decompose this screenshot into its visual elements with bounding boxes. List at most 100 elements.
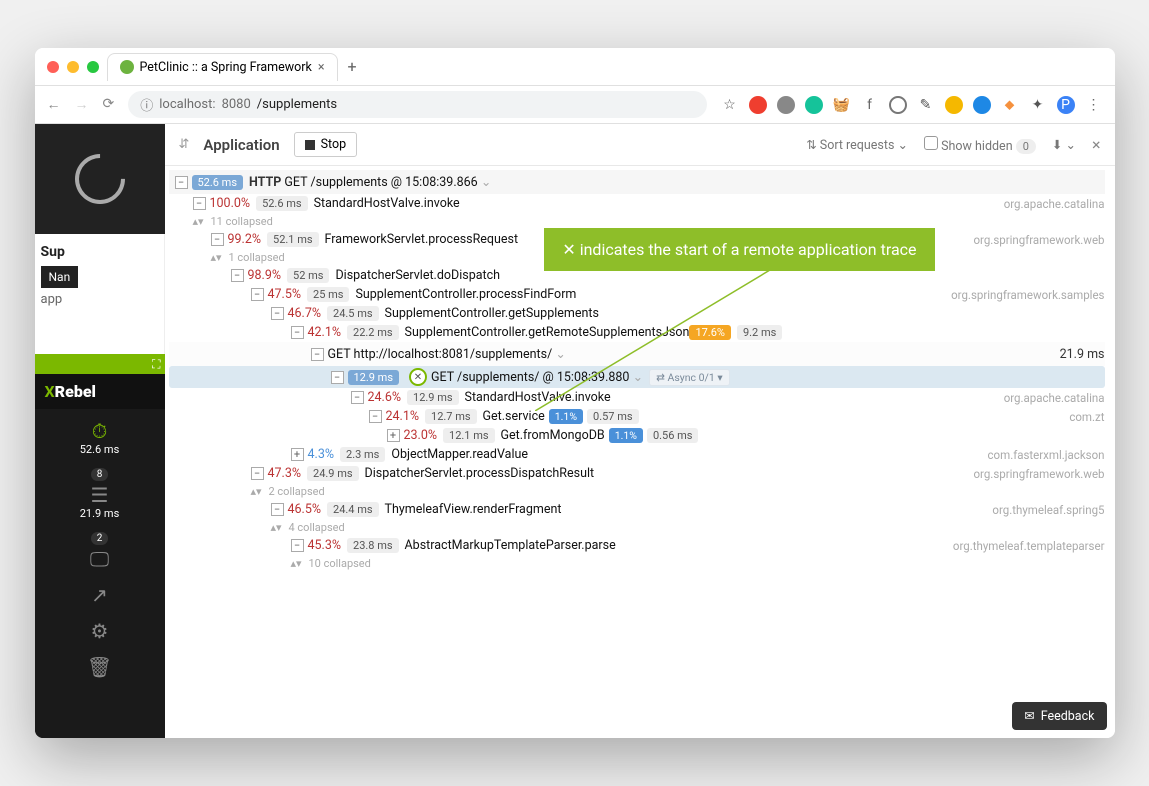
expand-toggle[interactable]: + (387, 429, 400, 442)
trace-row[interactable]: − 42.1% 22.2 ms SupplementController.get… (169, 323, 1105, 342)
ublock-icon[interactable] (749, 96, 767, 114)
grammarly-icon[interactable] (805, 96, 823, 114)
trace-row[interactable]: − 24.1% 12.7 ms Get.service 1.1% 0.57 ms… (169, 407, 1105, 426)
chevron-down-icon[interactable]: ⌄ (555, 346, 565, 362)
collapse-toggle[interactable]: − (351, 391, 364, 404)
address-right-icons: ☆ 🧺 f ✎ ⬥ ✦ P ⋮ (721, 96, 1103, 114)
reload-icon[interactable]: ⟳ (103, 96, 115, 113)
feedback-button[interactable]: ✉ Feedback (1012, 702, 1106, 730)
facebook-icon[interactable]: f (861, 96, 879, 114)
collapse-toggle[interactable]: − (231, 269, 244, 282)
remote-call-row[interactable]: − GET http://localhost:8081/supplements/… (169, 342, 1105, 366)
trace-row[interactable]: − 46.7% 24.5 ms SupplementController.get… (169, 304, 1105, 323)
expand-toggle[interactable]: + (291, 448, 304, 461)
ext5-icon[interactable]: ⬥ (1001, 96, 1019, 114)
chevron-down-icon[interactable]: ⌄ (633, 369, 643, 385)
collapse-toggle[interactable]: − (271, 307, 284, 320)
tab-strip: PetClinic :: a Spring Framework × + (107, 53, 357, 81)
back-icon[interactable]: ← (47, 96, 61, 113)
collapse-toggle[interactable]: − (291, 539, 304, 552)
stat-mon-badge: 2 (91, 532, 109, 545)
trace-row[interactable]: − 99.2% 52.1 ms FrameworkServlet.process… (169, 230, 1105, 249)
tab-close-icon[interactable]: × (318, 60, 325, 75)
address-bar: ← → ⟳ ⓘ localhost:8080/supplements ☆ 🧺 f… (35, 86, 1115, 124)
info-icon[interactable]: ⓘ (140, 95, 153, 114)
collapse-toggle[interactable]: − (193, 197, 206, 210)
collapse-toggle[interactable]: − (331, 371, 344, 384)
show-hidden-toggle[interactable]: Show hidden 0 (924, 136, 1036, 154)
stop-button[interactable]: Stop (294, 132, 358, 157)
collapsed-note-row[interactable]: ▴▾2 collapsed (169, 483, 1105, 500)
browser-tab[interactable]: PetClinic :: a Spring Framework × (107, 53, 338, 81)
stat-monitor[interactable]: 2 🖵 (90, 532, 109, 571)
chevron-down-icon[interactable]: ⌄ (481, 174, 491, 190)
stat-timer-value: 52.6 ms (80, 443, 120, 456)
ext2-icon[interactable] (889, 96, 907, 114)
trace-row[interactable]: − 100.0% 52.6 ms StandardHostValve.invok… (169, 194, 1105, 213)
filter-icon[interactable]: ⇵ (179, 137, 190, 152)
page-title-fragment: Sup (41, 244, 158, 260)
trace-row[interactable]: + 23.0% 12.1 ms Get.fromMongoDB 1.1% 0.5… (169, 426, 1105, 445)
ext-icon[interactable] (777, 96, 795, 114)
trace-row[interactable]: − 47.3% 24.9 ms DispatcherServlet.proces… (169, 464, 1105, 483)
url-host: localhost: (159, 97, 215, 112)
url-input[interactable]: ⓘ localhost:8080/supplements (128, 91, 706, 118)
star-icon[interactable]: ☆ (721, 96, 739, 114)
favicon-icon (120, 60, 134, 74)
stat-io-value: 21.9 ms (80, 507, 120, 520)
share-icon: ↗ (91, 583, 108, 607)
xrebel-stats: ⏱ 52.6 ms 8 ☰ 21.9 ms 2 🖵 ↗ ⚙ 🗑 (35, 409, 165, 738)
trace-row[interactable]: − 46.5% 24.4 ms ThymeleafView.renderFrag… (169, 500, 1105, 519)
trace-root[interactable]: − 52.6 ms HTTP GET /supplements @ 15:08:… (169, 170, 1105, 194)
stat-timer[interactable]: ⏱ 52.6 ms (80, 419, 120, 456)
async-badge[interactable]: ⇄ Async 0/1 ▾ (649, 369, 730, 386)
new-tab-button[interactable]: + (348, 57, 357, 76)
collapsed-note-row[interactable]: ▴▾4 collapsed (169, 519, 1105, 536)
stat-io[interactable]: 8 ☰ 21.9 ms (80, 468, 120, 520)
xrebel-logo: XRebel (35, 374, 165, 409)
sort-requests-button[interactable]: ⇅ Sort requests ⌄ (806, 137, 908, 153)
basket-icon[interactable]: 🧺 (833, 96, 851, 114)
forward-icon[interactable]: → (75, 96, 89, 113)
ext3-icon[interactable] (945, 96, 963, 114)
remote-trace-start[interactable]: − 12.9 ms ✕ GET /supplements/ @ 15:08:39… (169, 366, 1105, 388)
menu-icon[interactable]: ⋮ (1085, 96, 1103, 114)
dropper-icon[interactable]: ✎ (917, 96, 935, 114)
trace-row[interactable]: − 47.5% 25 ms SupplementController.proce… (169, 285, 1105, 304)
app-text: app (41, 292, 158, 307)
collapse-toggle[interactable]: − (369, 410, 382, 423)
stat-trash[interactable]: 🗑 (87, 655, 112, 679)
ext4-icon[interactable] (973, 96, 991, 114)
maximize-window-icon[interactable] (87, 61, 99, 73)
collapse-toggle[interactable]: − (291, 326, 304, 339)
collapse-toggle[interactable]: − (211, 233, 224, 246)
trace-row[interactable]: − 98.9% 52 ms DispatcherServlet.doDispat… (169, 266, 1105, 285)
traffic-lights (47, 61, 99, 73)
trace-row[interactable]: − 45.3% 23.8 ms AbstractMarkupTemplatePa… (169, 536, 1105, 555)
expand-icon[interactable]: ⛶ (152, 357, 160, 372)
content-area: Sup Nan app ⛶ XRebel ⏱ 52.6 ms 8 ☰ 21.9 … (35, 124, 1115, 738)
close-window-icon[interactable] (47, 61, 59, 73)
collapsed-note-row[interactable]: ▴▾10 collapsed (169, 555, 1105, 572)
collapse-toggle[interactable]: − (251, 288, 264, 301)
collapse-toggle[interactable]: − (251, 467, 264, 480)
name-button[interactable]: Nan (41, 266, 79, 288)
extensions-icon[interactable]: ✦ (1029, 96, 1047, 114)
collapsed-note-row[interactable]: ▴▾1 collapsed (169, 249, 1105, 266)
tab-title: PetClinic :: a Spring Framework (140, 60, 312, 75)
collapsed-note-row[interactable]: ▴▾11 collapsed (169, 213, 1105, 230)
collapse-toggle[interactable]: − (271, 503, 284, 516)
stop-icon (305, 140, 315, 150)
profile-avatar[interactable]: P (1057, 96, 1075, 114)
close-panel-icon[interactable]: × (1092, 135, 1101, 154)
collapse-toggle[interactable]: − (311, 348, 324, 361)
collapse-toggle[interactable]: − (175, 176, 188, 189)
minimize-window-icon[interactable] (67, 61, 79, 73)
trace-row[interactable]: + 4.3% 2.3 ms ObjectMapper.readValue com… (169, 445, 1105, 464)
trace-tree: − 52.6 ms HTTP GET /supplements @ 15:08:… (165, 166, 1115, 738)
envelope-icon: ✉ (1024, 708, 1034, 724)
download-icon[interactable]: ⬇ ⌄ (1052, 137, 1076, 153)
stat-settings[interactable]: ⚙ (91, 619, 109, 643)
stat-share[interactable]: ↗ (91, 583, 108, 607)
trace-row[interactable]: − 24.6% 12.9 ms StandardHostValve.invoke… (169, 388, 1105, 407)
